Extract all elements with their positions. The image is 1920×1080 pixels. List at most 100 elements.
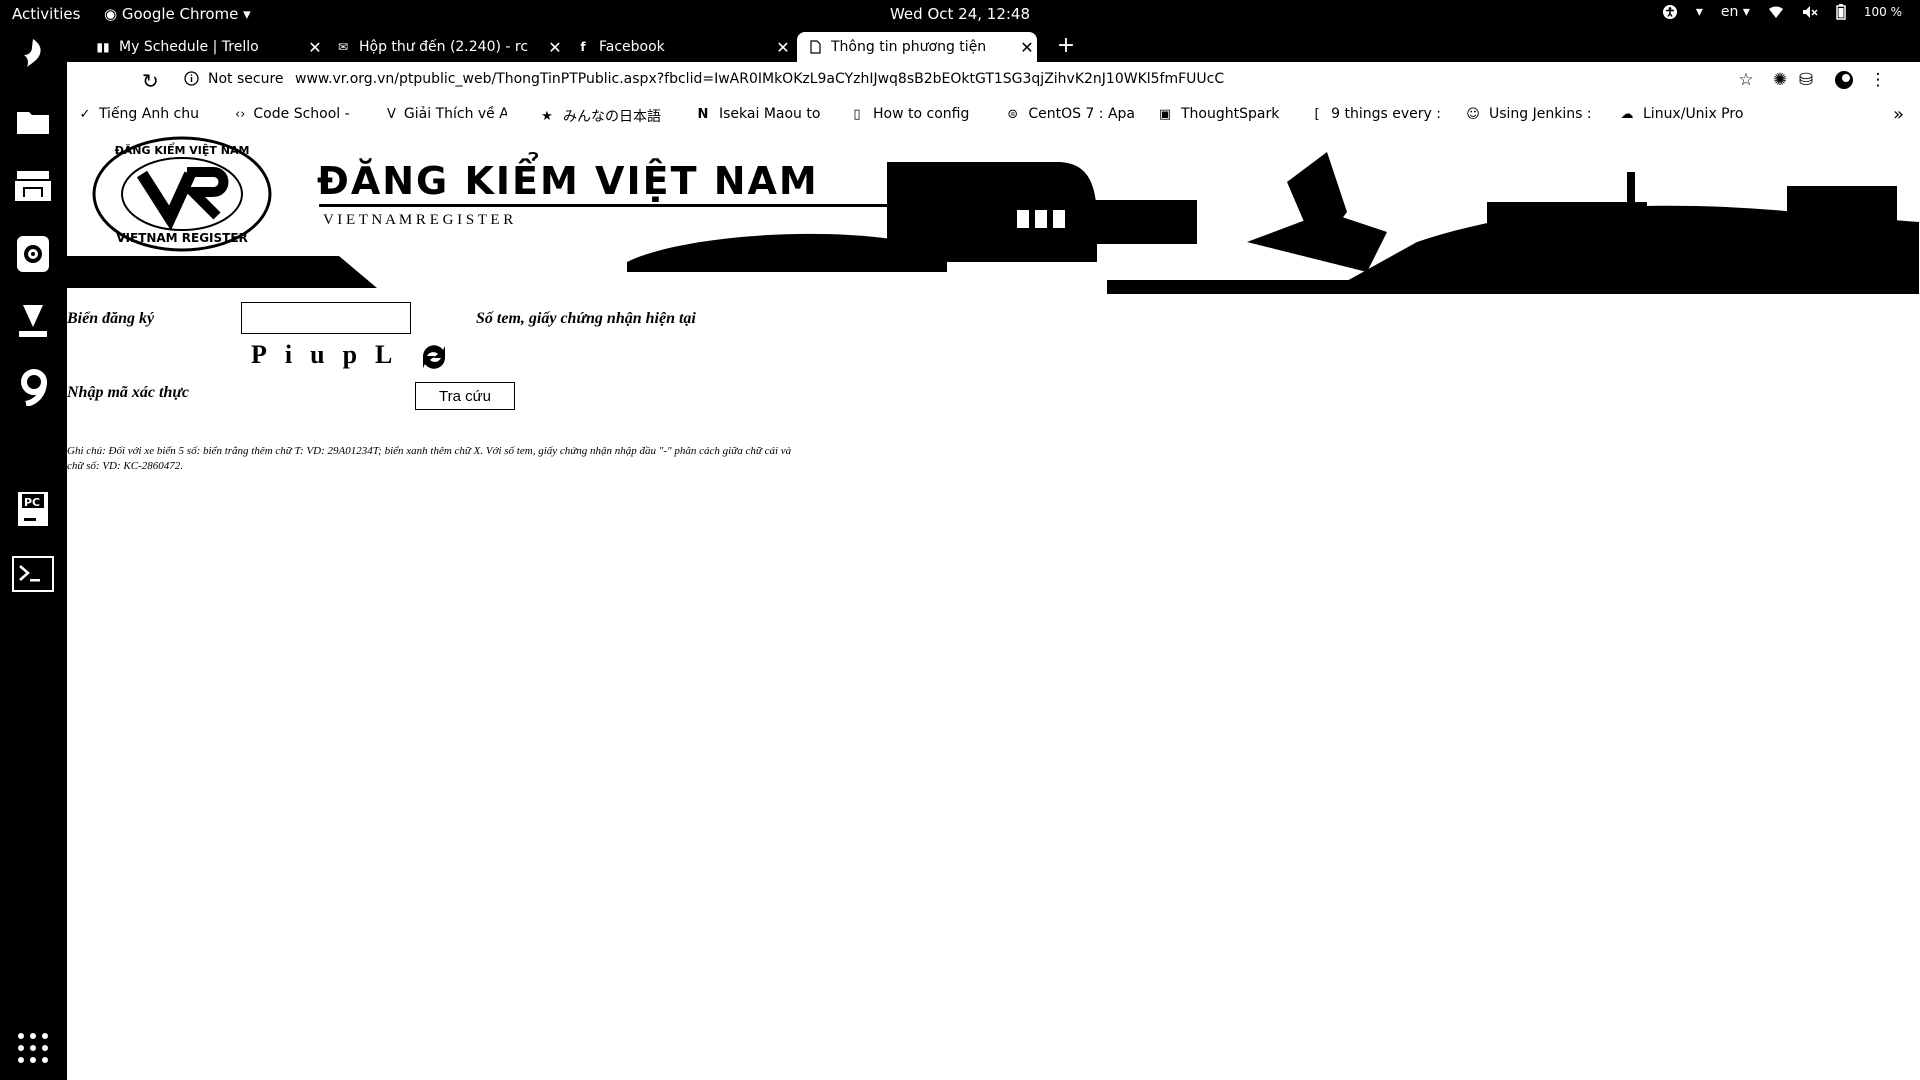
star-icon: ★ — [541, 108, 553, 124]
gitkraken-icon[interactable] — [11, 31, 55, 75]
chevron-down-icon[interactable]: ▾ — [1696, 4, 1703, 20]
gnome-top-bar: Activities ◉ Google Chrome ▾ Wed Oct 24,… — [0, 0, 1920, 29]
bookmark-label: Tiếng Anh chu — [98, 106, 199, 122]
search-button[interactable]: Tra cứu — [415, 382, 515, 410]
chrome-icon: ◉ — [104, 5, 122, 23]
volume-muted-icon[interactable] — [1802, 5, 1818, 19]
refresh-captcha-icon[interactable] — [417, 340, 451, 379]
bracket-icon: [ — [1314, 106, 1320, 122]
bookmark-label: 9 things every : — [1331, 106, 1441, 122]
logo-text-bottom: VIETNAM REGISTER — [116, 231, 248, 245]
bookmark-item[interactable]: ▣ ThoughtSpark — [1157, 106, 1287, 122]
tab-title: Thông tin phương tiện — [831, 39, 987, 55]
cloud-icon: ☁ — [1620, 106, 1634, 122]
bookmark-label: Giải Thích về A — [403, 106, 507, 122]
files-icon[interactable] — [11, 99, 55, 143]
bookmark-item[interactable]: N Isekai Maou to — [695, 106, 835, 122]
bookmark-item[interactable]: ⊜ CentOS 7 : Apa — [1005, 106, 1135, 122]
server-icon: ⊜ — [1007, 106, 1019, 122]
accessibility-icon[interactable] — [1662, 4, 1678, 20]
security-indicator[interactable]: Not secure — [208, 71, 284, 87]
language-indicator[interactable]: en ▾ — [1721, 4, 1750, 20]
profile-avatar-icon[interactable] — [1833, 69, 1855, 91]
battery-percentage: 100 % — [1863, 5, 1902, 19]
menu-kebab-icon[interactable]: ⋮ — [1867, 69, 1889, 91]
plate-number-input[interactable] — [241, 302, 411, 334]
tab-facebook[interactable]: f Facebook ✕ — [565, 32, 793, 62]
app-menu-label: Google Chrome — [121, 5, 239, 23]
mail-icon: ✉ — [337, 40, 349, 54]
bookmark-label: How to config — [873, 106, 970, 122]
show-applications-icon[interactable] — [11, 1026, 55, 1070]
clock[interactable]: Wed Oct 24, 12:48 — [890, 5, 1030, 23]
bookmark-label: みんなの日本語 — [563, 109, 661, 125]
banner-title: ĐĂNG KIỂM VIỆT NAM — [317, 153, 819, 203]
facebook-icon: f — [580, 40, 586, 54]
bookmark-label: Using Jenkins : — [1489, 106, 1592, 122]
bookmark-item[interactable]: [9 things every : — [1311, 106, 1441, 122]
bookmark-item[interactable]: ☺ Using Jenkins : — [1465, 106, 1601, 122]
terminal-icon[interactable] — [11, 552, 55, 596]
tab-strip: ▮▮ My Schedule | Trello ✕ ✉ Hộp thư đến … — [67, 29, 1920, 62]
bookmark-label: ThoughtSpark — [1181, 106, 1280, 122]
close-icon[interactable]: ✕ — [305, 38, 325, 57]
tab-title: Hộp thư đến (2.240) - rc — [359, 39, 529, 55]
webcam-icon[interactable] — [11, 232, 55, 276]
extension-icon[interactable]: ✺ — [1769, 69, 1791, 91]
tab-thong-tin-phuong-tien[interactable]: Thông tin phương tiện ✕ — [797, 32, 1037, 62]
bookmark-label: Code School - C — [253, 106, 355, 122]
tab-trello[interactable]: ▮▮ My Schedule | Trello ✕ — [85, 32, 325, 62]
bookmarks-overflow-button[interactable]: » — [1893, 104, 1904, 125]
tab-mail[interactable]: ✉ Hộp thư đến (2.240) - rc ✕ — [325, 32, 565, 62]
new-tab-button[interactable]: + — [1052, 33, 1080, 61]
v-logo-icon: V — [387, 106, 396, 122]
bookmark-label: Linux/Unix Pro — [1643, 106, 1744, 122]
extension-icon[interactable]: ⛁ — [1795, 69, 1817, 91]
wifi-icon[interactable] — [1768, 5, 1784, 19]
address-bar[interactable]: www.vr.org.vn/ptpublic_web/ThongTinPTPub… — [295, 71, 1295, 87]
battery-icon[interactable] — [1836, 4, 1846, 20]
bookmark-star-icon[interactable]: ☆ — [1735, 69, 1757, 91]
printer-icon[interactable] — [11, 165, 55, 209]
chevron-down-icon: ▾ — [238, 5, 251, 23]
close-icon[interactable]: ✕ — [773, 38, 793, 57]
note-text: Ghi chú: Đối với xe biển 5 số: biển trắn… — [67, 445, 792, 472]
captcha-image: PiupL — [251, 340, 411, 369]
close-icon[interactable]: ✕ — [545, 38, 565, 57]
vr-banner: ĐĂNG KIỂM VIỆT NAM VIETNAM REGISTER ĐĂNG… — [67, 136, 1919, 294]
page-icon — [807, 39, 823, 55]
tab-title: My Schedule | Trello — [119, 39, 259, 55]
pycharm-icon[interactable]: PC — [11, 487, 55, 531]
close-icon[interactable]: ✕ — [1017, 38, 1037, 57]
browser-toolbar: ↻ Not secure www.vr.org.vn/ptpublic_web/… — [67, 62, 1920, 99]
bookmark-item[interactable]: ▯ How to config — [849, 106, 989, 122]
software-center-icon[interactable] — [11, 299, 55, 343]
page-content: ĐĂNG KIỂM VIỆT NAM VIETNAM REGISTER ĐĂNG… — [67, 132, 1920, 1080]
bookmark-label: CentOS 7 : Apa — [1028, 106, 1135, 122]
logo-text-top: ĐĂNG KIỂM VIỆT NAM — [115, 142, 250, 157]
code-icon: ‹› — [235, 106, 246, 122]
bookmark-item[interactable]: ★ みんなの日本語 — [539, 106, 679, 126]
svg-text:PC: PC — [24, 496, 40, 509]
sticker-certificate-label: Số tem, giấy chứng nhận hiện tại — [476, 310, 696, 327]
reload-icon[interactable]: ↻ — [142, 69, 159, 93]
bookmarks-bar: ✓ Tiếng Anh chu ‹› Code School - C V Giải T… — [67, 99, 1920, 132]
app-nine-icon[interactable] — [11, 365, 55, 409]
jenkins-icon: ☺ — [1466, 106, 1480, 122]
dock: PC — [0, 29, 67, 1080]
bookmark-item[interactable]: ☁ Linux/Unix Pro — [1619, 106, 1759, 122]
bookmark-item[interactable]: ✓ Tiếng Anh chu — [79, 106, 199, 122]
app-menu[interactable]: ◉ Google Chrome ▾ — [104, 5, 251, 23]
bookmark-item[interactable]: V Giải Thích về A — [387, 106, 507, 122]
bookmark-label: Isekai Maou to — [719, 106, 821, 122]
page-icon: ▯ — [853, 106, 861, 122]
tab-title: Facebook — [599, 39, 665, 55]
trello-icon: ▮▮ — [96, 40, 110, 54]
notion-icon: N — [697, 106, 709, 122]
check-icon: ✓ — [79, 106, 91, 122]
banner-subtitle: V I E T N A M R E G I S T E R — [323, 212, 513, 228]
info-icon[interactable] — [184, 71, 199, 90]
thoughtspark-icon: ▣ — [1158, 106, 1172, 122]
activities-button[interactable]: Activities — [12, 5, 80, 23]
bookmark-item[interactable]: ‹› Code School - C — [235, 106, 355, 122]
